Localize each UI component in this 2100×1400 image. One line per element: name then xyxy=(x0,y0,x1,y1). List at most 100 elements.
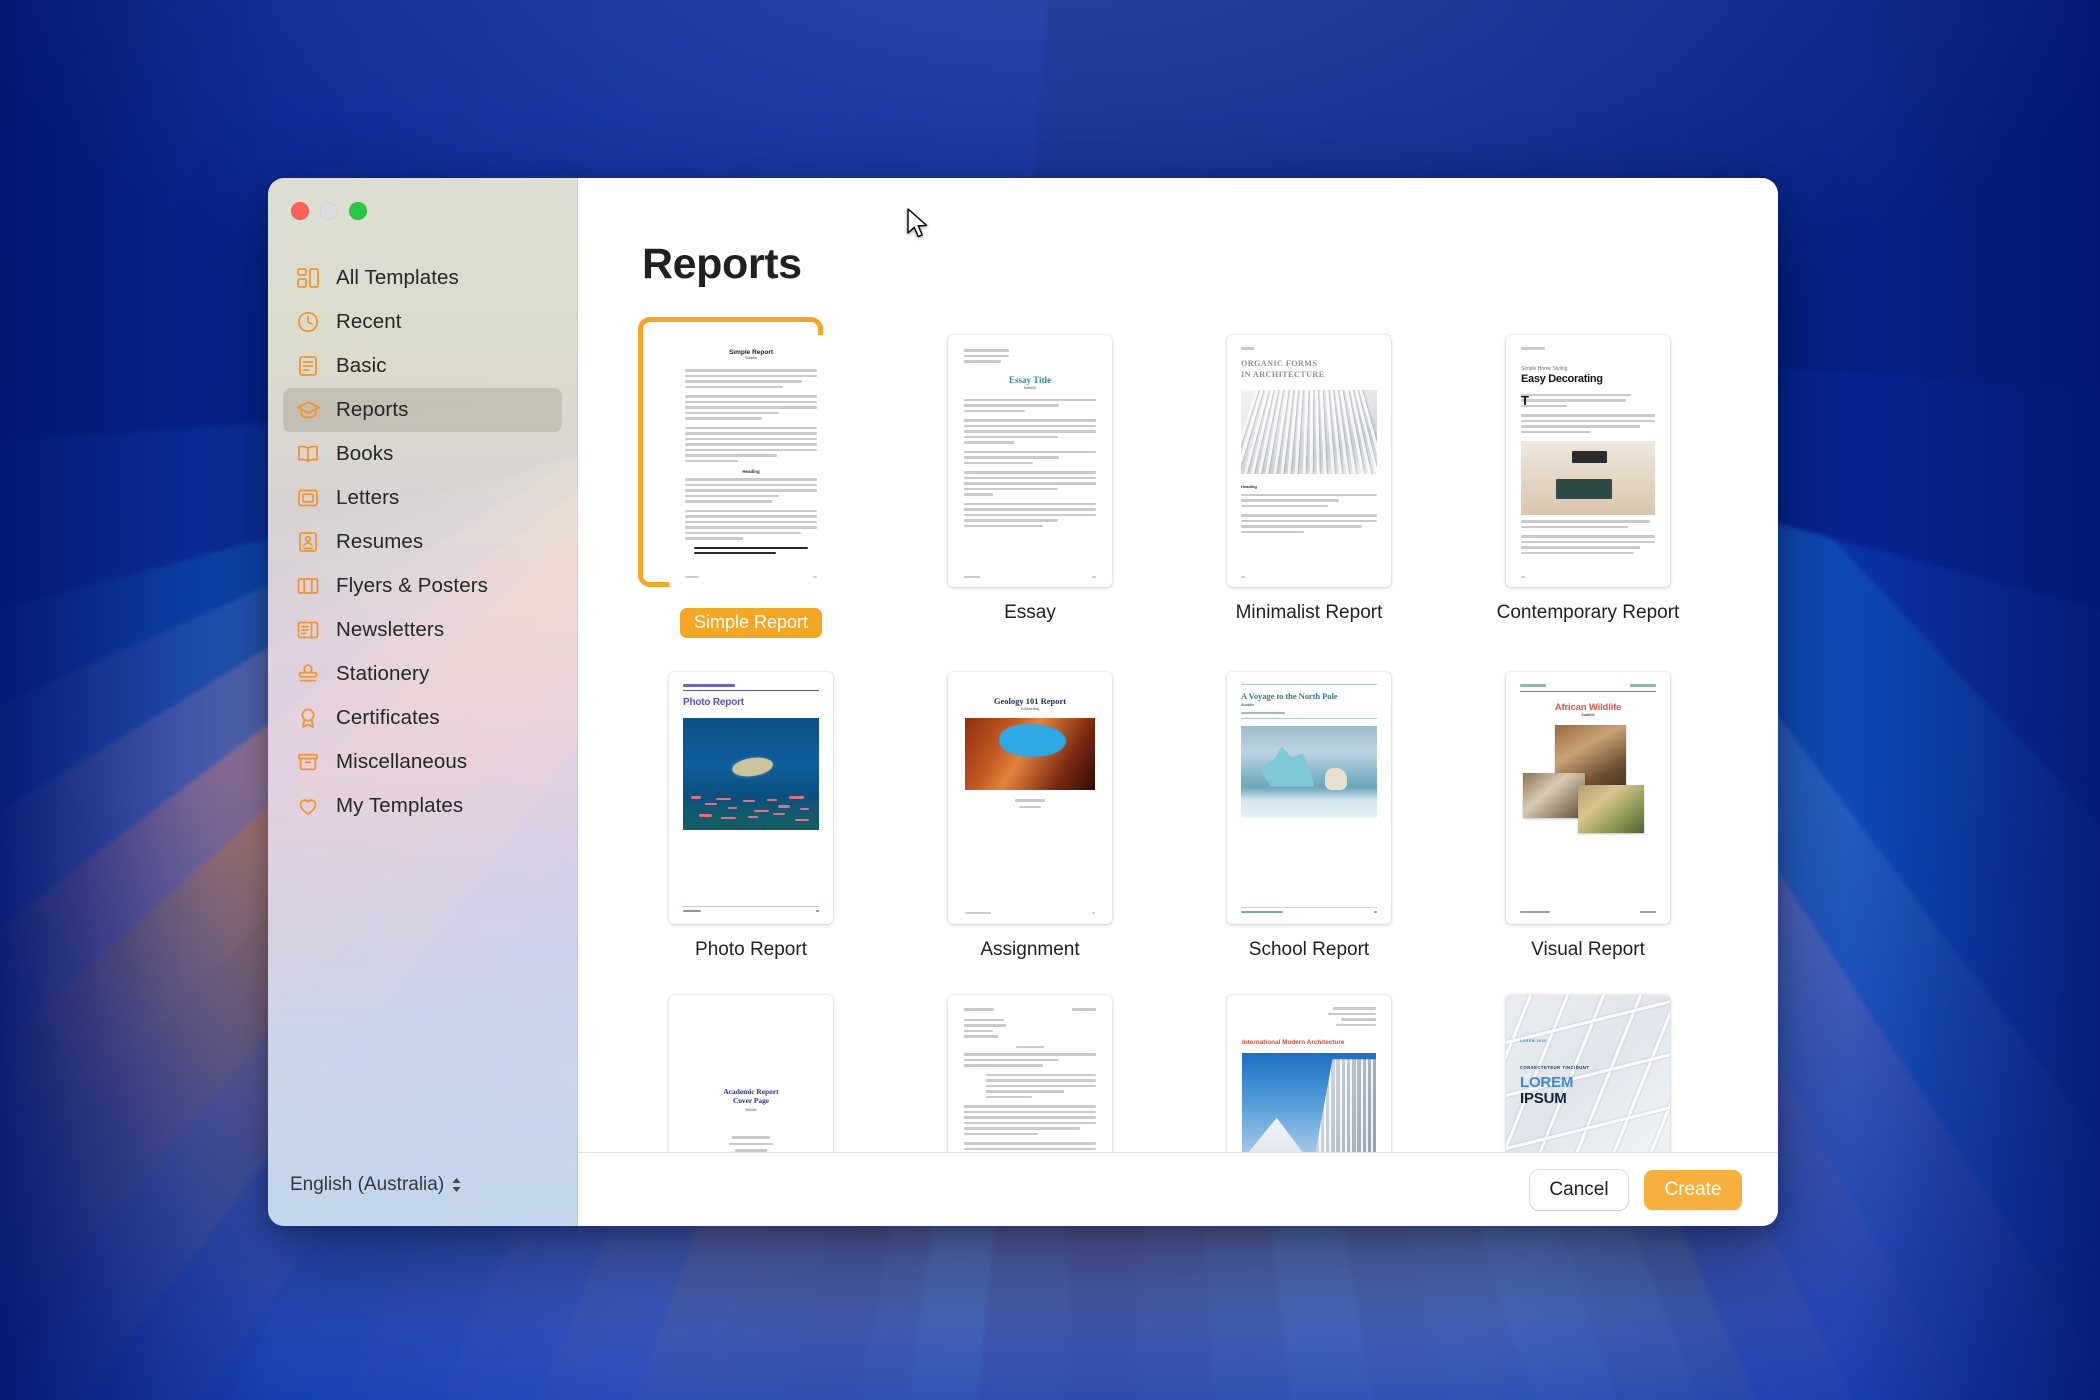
sidebar-item-certificates[interactable]: Certificates xyxy=(283,696,562,740)
template-preview-page: International Modern Architecture xyxy=(1227,995,1391,1152)
clock-icon xyxy=(295,309,321,335)
template-thumbnail[interactable] xyxy=(925,987,1135,1152)
template-caption-holder: School Report xyxy=(1204,939,1414,961)
template-card[interactable]: African Wildlife Subtitle Visual Report xyxy=(1483,664,1693,961)
sidebar-item-label: Reports xyxy=(336,398,409,421)
template-card[interactable]: Simple Home Styling Easy Decorating T Conte… xyxy=(1483,327,1693,638)
sidebar-category-list: All Templates Recent Basic Reports Books Lett… xyxy=(268,220,577,1174)
template-card[interactable]: Simple Report Subtitle Heading Simple Repor… xyxy=(638,317,856,638)
template-card[interactable]: International Modern Architecture xyxy=(1204,987,1414,1152)
template-caption-holder: Contemporary Report xyxy=(1483,602,1693,624)
sidebar-item-letters[interactable]: Letters xyxy=(283,476,562,520)
page-title: Reports xyxy=(642,240,802,288)
sidebar-item-basic[interactable]: Basic xyxy=(283,344,562,388)
maximize-button[interactable] xyxy=(349,202,367,220)
template-name-label: Minimalist Report xyxy=(1235,602,1383,623)
template-caption-holder: Photo Report xyxy=(646,939,856,961)
template-thumbnail[interactable]: LOREM 2020 CONSECTETEUR TINCIDUNT LOREM IPS… xyxy=(1483,987,1693,1152)
sidebar-item-label: Letters xyxy=(336,486,400,509)
template-preview-page: A Voyage to the North Pole Subtitle xyxy=(1227,672,1391,924)
template-name-label: Photo Report xyxy=(695,939,807,960)
all-templates-icon xyxy=(295,265,321,291)
template-card[interactable]: ORGANIC FORMS IN ARCHITECTURE Heading Minim… xyxy=(1204,327,1414,638)
sidebar-item-flyers-posters[interactable]: Flyers & Posters xyxy=(283,564,562,608)
box-icon xyxy=(295,749,321,775)
template-card[interactable]: Geology 101 Report Subheading Assignment xyxy=(925,664,1135,961)
template-thumbnail[interactable]: African Wildlife Subtitle xyxy=(1483,664,1693,932)
template-card[interactable]: A Voyage to the North Pole Subtitle School… xyxy=(1204,664,1414,961)
template-thumbnail[interactable]: Geology 101 Report Subheading xyxy=(925,664,1135,932)
up-down-chevron-icon xyxy=(451,1177,462,1193)
template-preview-page: ORGANIC FORMS IN ARCHITECTURE Heading xyxy=(1227,335,1391,587)
template-name-label: Contemporary Report xyxy=(1496,602,1680,623)
template-card[interactable]: Academic Report Cover Page Subtitle xyxy=(646,987,856,1152)
sidebar-item-label: Miscellaneous xyxy=(336,750,468,773)
template-preview-page xyxy=(948,995,1112,1152)
sidebar: All Templates Recent Basic Reports Books Lett… xyxy=(268,178,578,1226)
minimize-button[interactable] xyxy=(320,202,338,220)
cancel-button[interactable]: Cancel xyxy=(1530,1169,1628,1210)
template-caption-holder: Minimalist Report xyxy=(1204,602,1414,624)
template-preview-page: LOREM 2020 CONSECTETEUR TINCIDUNT LOREM IPS… xyxy=(1506,995,1670,1152)
template-thumbnail[interactable]: A Voyage to the North Pole Subtitle xyxy=(1204,664,1414,932)
close-button[interactable] xyxy=(291,202,309,220)
template-thumbnail[interactable]: Simple Report Subtitle Heading xyxy=(638,317,856,595)
flyer-icon xyxy=(295,573,321,599)
template-name-label: Simple Report xyxy=(679,608,823,638)
sidebar-footer: English (Australia) xyxy=(268,1174,577,1226)
template-card[interactable]: LOREM 2020 CONSECTETEUR TINCIDUNT LOREM IPS… xyxy=(1483,987,1693,1152)
sidebar-item-label: All Templates xyxy=(336,266,459,289)
template-name-label: Essay xyxy=(1004,602,1056,623)
template-name-label: Assignment xyxy=(980,939,1080,960)
sidebar-item-label: Flyers & Posters xyxy=(336,574,488,597)
template-thumbnail[interactable]: Photo Report xyxy=(646,664,856,932)
graduation-cap-icon xyxy=(295,397,321,423)
sidebar-item-label: Books xyxy=(336,442,394,465)
sidebar-item-newsletters[interactable]: Newsletters xyxy=(283,608,562,652)
sidebar-item-all-templates[interactable]: All Templates xyxy=(283,256,562,300)
sidebar-item-label: Resumes xyxy=(336,530,424,553)
template-name-label: School Report xyxy=(1248,939,1370,960)
language-label: English (Australia) xyxy=(290,1174,445,1195)
template-thumbnail[interactable]: Simple Home Styling Easy Decorating T xyxy=(1483,327,1693,595)
template-caption-holder: Visual Report xyxy=(1483,939,1693,961)
sidebar-item-recent[interactable]: Recent xyxy=(283,300,562,344)
sidebar-item-resumes[interactable]: Resumes xyxy=(283,520,562,564)
sidebar-item-books[interactable]: Books xyxy=(283,432,562,476)
letter-icon xyxy=(295,485,321,511)
template-caption-holder: Essay xyxy=(925,602,1135,624)
sidebar-item-reports[interactable]: Reports xyxy=(283,388,562,432)
template-card[interactable]: Photo Report Photo Report xyxy=(646,664,856,961)
template-card[interactable] xyxy=(925,987,1135,1152)
template-card[interactable]: Essay Title Subtitle Essay xyxy=(925,327,1135,638)
template-preview-page: Simple Report Subtitle Heading xyxy=(669,335,833,587)
sidebar-item-my-templates[interactable]: My Templates xyxy=(283,784,562,828)
template-thumbnail[interactable]: International Modern Architecture xyxy=(1204,987,1414,1152)
sidebar-item-miscellaneous[interactable]: Miscellaneous xyxy=(283,740,562,784)
template-name-label: Visual Report xyxy=(1531,939,1645,960)
sidebar-item-stationery[interactable]: Stationery xyxy=(283,652,562,696)
window-controls[interactable] xyxy=(268,178,577,220)
content-area: Reports Simple Report Subtitle Heading Simp… xyxy=(578,178,1778,1226)
heart-icon xyxy=(295,793,321,819)
newsletter-icon xyxy=(295,617,321,643)
document-icon xyxy=(295,353,321,379)
template-preview-page: Geology 101 Report Subheading xyxy=(948,672,1112,924)
template-preview-page: Essay Title Subtitle xyxy=(948,335,1112,587)
dialog-footer: Cancel Create xyxy=(578,1152,1778,1226)
template-thumbnail[interactable]: Essay Title Subtitle xyxy=(925,327,1135,595)
template-chooser-window: All Templates Recent Basic Reports Books Lett… xyxy=(268,178,1778,1226)
mouse-cursor xyxy=(907,208,928,238)
language-select[interactable]: English (Australia) xyxy=(290,1174,462,1196)
template-caption-holder: Simple Report xyxy=(646,602,856,638)
sidebar-item-label: Basic xyxy=(336,354,387,377)
create-button[interactable]: Create xyxy=(1644,1169,1742,1210)
template-thumbnail[interactable]: ORGANIC FORMS IN ARCHITECTURE Heading xyxy=(1204,327,1414,595)
sidebar-item-label: Stationery xyxy=(336,662,430,685)
sidebar-item-label: Recent xyxy=(336,310,402,333)
template-grid: Simple Report Subtitle Heading Simple Repor… xyxy=(578,289,1778,1152)
template-thumbnail[interactable]: Academic Report Cover Page Subtitle xyxy=(646,987,856,1152)
template-preview-page: Simple Home Styling Easy Decorating T xyxy=(1506,335,1670,587)
template-scroll-area[interactable]: Reports Simple Report Subtitle Heading Simp… xyxy=(578,178,1778,1152)
book-icon xyxy=(295,441,321,467)
